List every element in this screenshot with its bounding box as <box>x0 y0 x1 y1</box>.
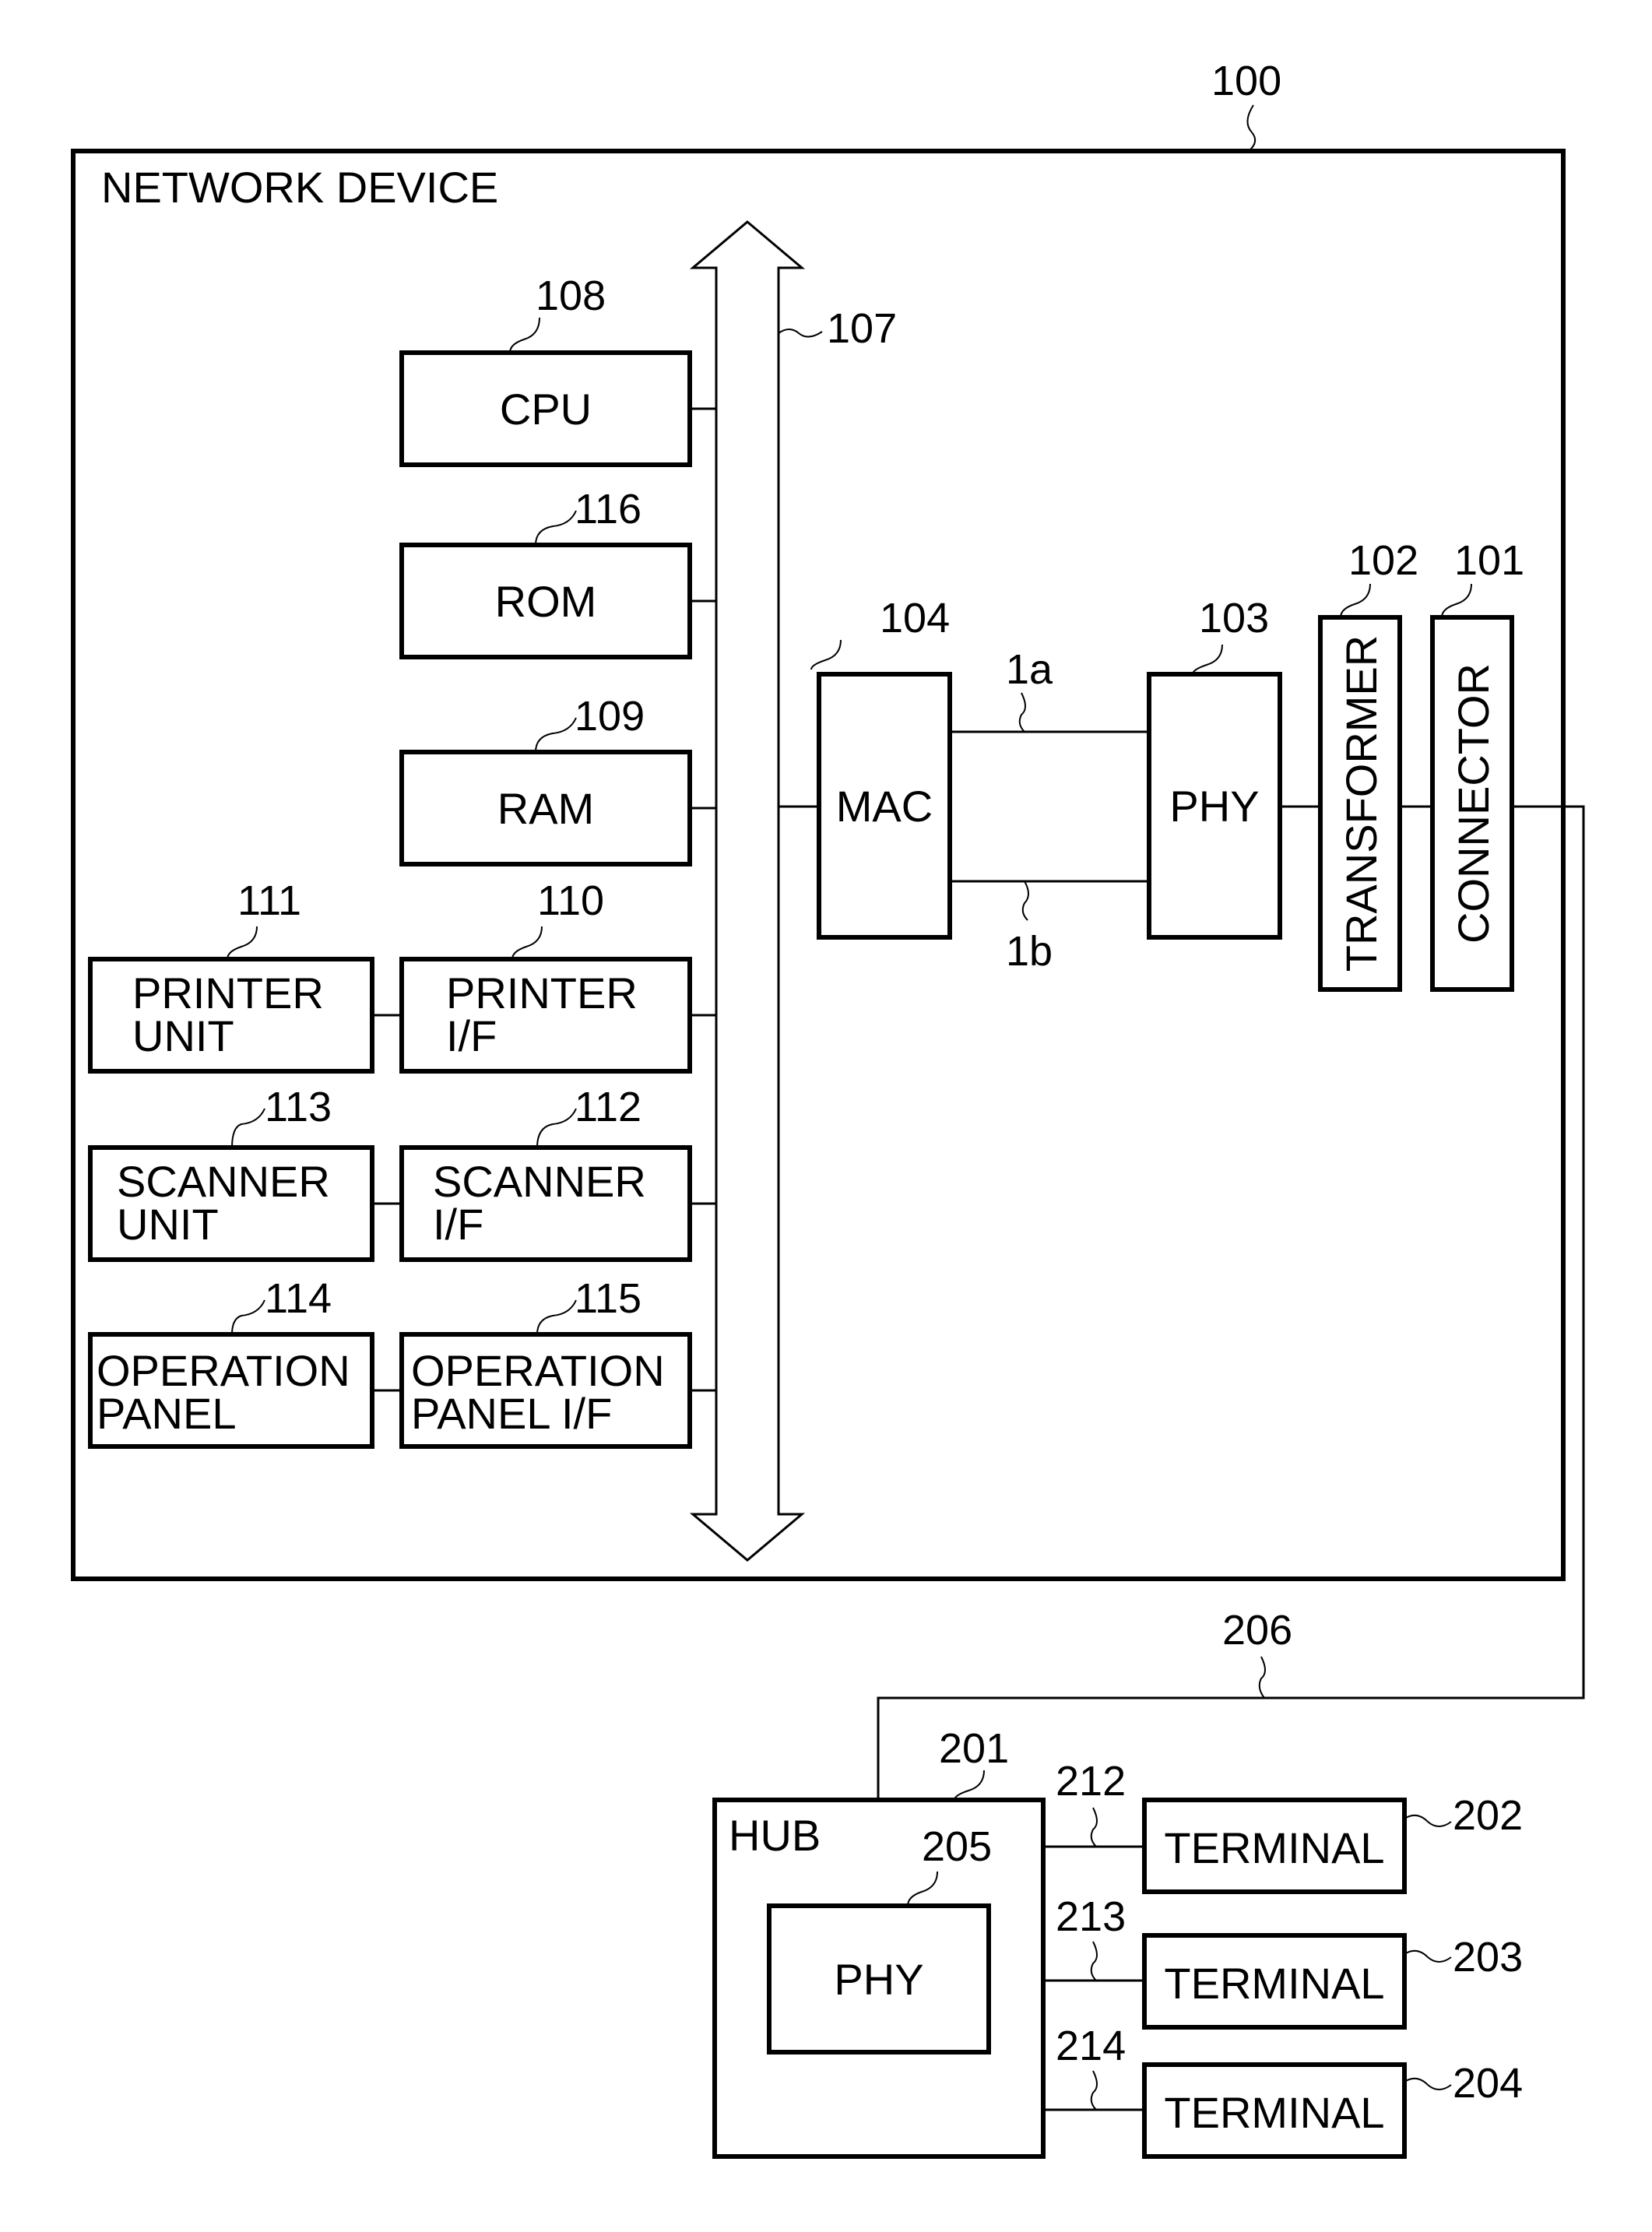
svg-text:TERMINAL: TERMINAL <box>1164 1823 1384 1872</box>
printer-unit-ref: 111 <box>237 877 301 924</box>
svg-text:SCANNER: SCANNER <box>117 1157 330 1206</box>
svg-text:SCANNER: SCANNER <box>433 1157 646 1206</box>
hub-ref: 201 <box>939 1725 1009 1772</box>
device-ref-leader <box>1246 104 1257 152</box>
scanner-if-ref: 112 <box>575 1084 641 1130</box>
scanner-unit-ref: 113 <box>265 1084 332 1130</box>
device-title: NETWORK DEVICE <box>101 163 498 212</box>
cable-ref: 206 <box>1222 1607 1292 1654</box>
system-bus-arrow <box>689 220 806 1562</box>
svg-text:UNIT: UNIT <box>117 1200 219 1249</box>
hub-terminal-1-label: 212 <box>1056 1758 1126 1805</box>
network-device-diagram: NETWORK DEVICE 100 107 CPU 108 ROM 116 R… <box>71 58 1585 2159</box>
mac-ref: 104 <box>880 595 950 641</box>
svg-text:ROM: ROM <box>495 577 597 626</box>
phy-ref: 103 <box>1199 595 1269 641</box>
printer-if-ref: 110 <box>537 877 604 924</box>
transformer-ref: 102 <box>1348 537 1418 584</box>
svg-text:I/F: I/F <box>446 1011 497 1060</box>
terminal-block-2: TERMINAL 203 <box>1142 1933 1523 2030</box>
terminal-3-ref: 204 <box>1453 2060 1523 2107</box>
cpu-ref: 108 <box>536 272 606 319</box>
svg-text:TERMINAL: TERMINAL <box>1164 1959 1384 2008</box>
printer-if-block: PRINTER I/F 110 <box>399 877 716 1074</box>
device-ref: 100 <box>1211 58 1281 104</box>
terminal-2-ref: 203 <box>1453 1934 1523 1981</box>
hub-phy-ref: 205 <box>922 1823 992 1870</box>
link-1a-label: 1a <box>1006 646 1053 693</box>
hub-terminal-2-label: 213 <box>1056 1893 1126 1940</box>
svg-text:TRANSFORMER: TRANSFORMER <box>1337 635 1386 972</box>
svg-text:MAC: MAC <box>836 782 933 831</box>
scanner-if-block: SCANNER I/F 112 <box>399 1084 716 1262</box>
operation-panel-if-block: OPERATION PANEL I/F 115 <box>399 1275 716 1449</box>
svg-text:CONNECTOR: CONNECTOR <box>1449 663 1498 944</box>
operation-panel-block: OPERATION PANEL 114 <box>88 1275 374 1449</box>
phy-block: PHY 103 <box>1147 595 1282 940</box>
svg-text:PANEL: PANEL <box>97 1389 236 1438</box>
bus-ref: 107 <box>827 305 897 352</box>
terminal-block-1: TERMINAL 202 <box>1142 1792 1523 1894</box>
ram-block: RAM 109 <box>399 693 716 866</box>
svg-text:RAM: RAM <box>497 784 594 833</box>
terminal-1-ref: 202 <box>1453 1792 1523 1839</box>
svg-text:PRINTER: PRINTER <box>446 968 638 1018</box>
operation-panel-if-ref: 115 <box>575 1275 641 1322</box>
operation-panel-ref: 114 <box>265 1275 332 1322</box>
svg-text:TERMINAL: TERMINAL <box>1164 2088 1384 2137</box>
svg-text:PHY: PHY <box>834 1955 923 2004</box>
mac-block: MAC 104 <box>810 595 952 940</box>
rom-block: ROM 116 <box>399 486 716 659</box>
svg-text:OPERATION: OPERATION <box>97 1346 350 1395</box>
scanner-unit-block: SCANNER UNIT 113 <box>88 1084 374 1262</box>
svg-text:PRINTER: PRINTER <box>132 968 324 1018</box>
hub-terminal-3-label: 214 <box>1056 2023 1126 2069</box>
svg-text:OPERATION: OPERATION <box>411 1346 665 1395</box>
svg-text:PANEL I/F: PANEL I/F <box>411 1389 612 1438</box>
connector-ref: 101 <box>1454 537 1524 584</box>
rom-ref: 116 <box>575 486 641 533</box>
svg-text:UNIT: UNIT <box>132 1011 234 1060</box>
terminal-block-3: TERMINAL 204 <box>1142 2060 1523 2159</box>
bus-ref-leader <box>778 329 823 338</box>
printer-unit-block: PRINTER UNIT 111 <box>88 877 374 1074</box>
cpu-block: CPU 108 <box>399 272 716 467</box>
transformer-block: TRANSFORMER 102 <box>1318 537 1418 992</box>
link-1b-label: 1b <box>1006 928 1053 975</box>
svg-text:I/F: I/F <box>433 1200 483 1249</box>
svg-text:CPU: CPU <box>500 385 592 434</box>
svg-text:HUB: HUB <box>729 1811 821 1860</box>
ram-ref: 109 <box>575 693 645 740</box>
connector-block: CONNECTOR 101 <box>1430 537 1524 992</box>
svg-text:PHY: PHY <box>1169 782 1259 831</box>
